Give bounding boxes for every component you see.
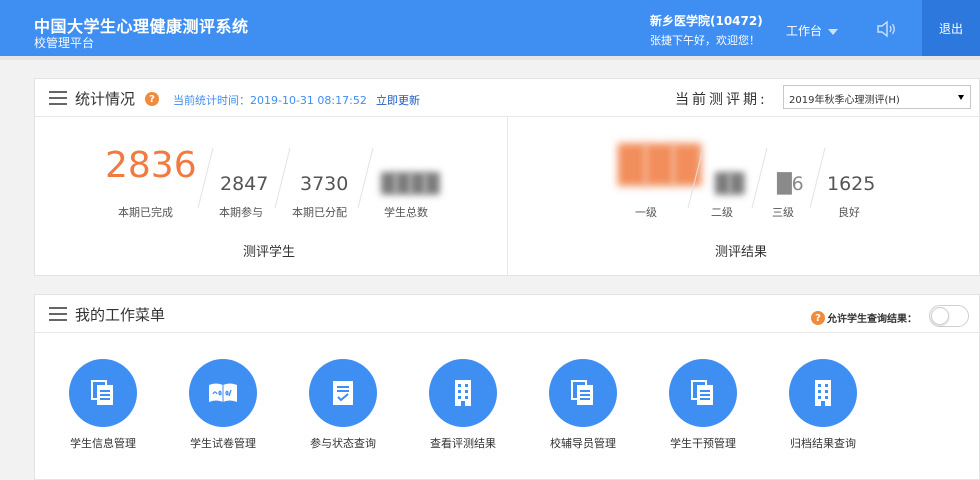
checklist-icon <box>309 359 377 427</box>
select-arrow-icon <box>958 95 964 100</box>
menu-item-paper-management[interactable]: 学生试卷管理 <box>173 359 273 455</box>
allow-query-toggle[interactable] <box>929 305 969 327</box>
menu-item-view-results[interactable]: 查看评测结果 <box>413 359 513 455</box>
menu-item-label: 学生试卷管理 <box>190 437 256 450</box>
assigned-label: 本期已分配 <box>292 206 347 219</box>
stats-half-divider <box>507 117 508 276</box>
workbench-label: 工作台 <box>786 24 823 38</box>
menu-item-archive-query[interactable]: 归档结果查询 <box>773 359 873 455</box>
menu-lines-icon <box>49 307 67 321</box>
total-label: 学生总数 <box>384 206 428 219</box>
completed-count: 2836 <box>105 145 197 186</box>
menu-item-label: 查看评测结果 <box>430 437 496 450</box>
results-caption: 测评结果 <box>715 245 768 260</box>
work-menu-panel: 我的工作菜单 ? 允许学生查询结果： 学生信息管理 学生试卷管理 参与状态查询 … <box>34 294 980 480</box>
chevron-down-icon <box>828 28 839 35</box>
update-now-link[interactable]: 立即更新 <box>376 92 420 108</box>
help-icon[interactable]: ? <box>811 311 825 325</box>
level2-count: ██ <box>715 173 745 195</box>
document-stack-icon <box>69 359 137 427</box>
menu-item-label: 学生干预管理 <box>670 437 736 450</box>
stats-panel-header: 统计情况 ? 当前统计时间：2019-10-31 08:17:52 立即更新 当… <box>35 79 979 117</box>
level3-count: █6 <box>777 173 804 195</box>
work-menu-header: 我的工作菜单 ? 允许学生查询结果： <box>35 295 979 333</box>
building-icon <box>429 359 497 427</box>
total-count: ████ <box>381 173 440 195</box>
user-greeting: 张捷下午好，欢迎您！ <box>650 34 760 47</box>
help-icon[interactable]: ? <box>145 92 159 106</box>
assigned-count: 3730 <box>300 173 349 195</box>
stat-separator <box>751 147 768 209</box>
participated-label: 本期参与 <box>219 206 263 219</box>
menu-item-participation-status[interactable]: 参与状态查询 <box>293 359 393 455</box>
stat-time-text: 当前统计时间：2019-10-31 08:17:52 <box>173 94 367 107</box>
allow-query-label: 允许学生查询结果： <box>827 314 917 325</box>
menu-lines-icon <box>49 91 67 105</box>
period-select-value: 2019年秋季心理测评(H) <box>789 95 900 106</box>
top-header: 中国大学生心理健康测评系统 校管理平台 新乡医学院(10472) 张捷下午好，欢… <box>0 0 980 56</box>
students-caption: 测评学生 <box>243 245 296 260</box>
volume-icon[interactable] <box>876 20 898 38</box>
stat-separator <box>197 147 214 209</box>
document-stack-icon <box>669 359 737 427</box>
good-count: 1625 <box>827 173 876 195</box>
score-book-icon <box>189 359 257 427</box>
completed-label: 本期已完成 <box>118 206 173 219</box>
platform-subtitle: 校管理平台 <box>34 36 95 50</box>
level1-label: 一级 <box>635 206 657 219</box>
stats-panel: 统计情况 ? 当前统计时间：2019-10-31 08:17:52 立即更新 当… <box>34 78 980 276</box>
stat-separator <box>357 147 374 209</box>
menu-item-intervention-management[interactable]: 学生干预管理 <box>653 359 753 455</box>
workbench-dropdown[interactable]: 工作台 <box>786 22 839 39</box>
header-divider <box>0 56 980 60</box>
menu-item-label: 归档结果查询 <box>790 437 856 450</box>
menu-item-label: 学生信息管理 <box>70 437 136 450</box>
document-stack-icon <box>549 359 617 427</box>
level2-label: 二级 <box>711 206 733 219</box>
school-name: 新乡医学院(10472) <box>650 14 763 28</box>
participated-count: 2847 <box>220 173 269 195</box>
level3-label: 三级 <box>772 206 794 219</box>
level1-count: ███ <box>618 145 702 186</box>
menu-item-student-info[interactable]: 学生信息管理 <box>53 359 153 455</box>
stat-separator <box>274 147 291 209</box>
stat-separator <box>809 147 826 209</box>
stats-title: 统计情况 <box>75 90 136 108</box>
period-label: 当前测评期: <box>675 92 768 108</box>
toggle-knob <box>931 307 949 325</box>
menu-item-label: 参与状态查询 <box>310 437 376 450</box>
building-icon <box>789 359 857 427</box>
menu-item-counselor-management[interactable]: 校辅导员管理 <box>533 359 633 455</box>
menu-item-label: 校辅导员管理 <box>550 437 616 450</box>
good-label: 良好 <box>838 206 860 219</box>
logout-button[interactable]: 退出 <box>922 0 980 56</box>
work-menu-title: 我的工作菜单 <box>75 306 166 324</box>
period-select[interactable]: 2019年秋季心理测评(H) <box>783 85 971 109</box>
